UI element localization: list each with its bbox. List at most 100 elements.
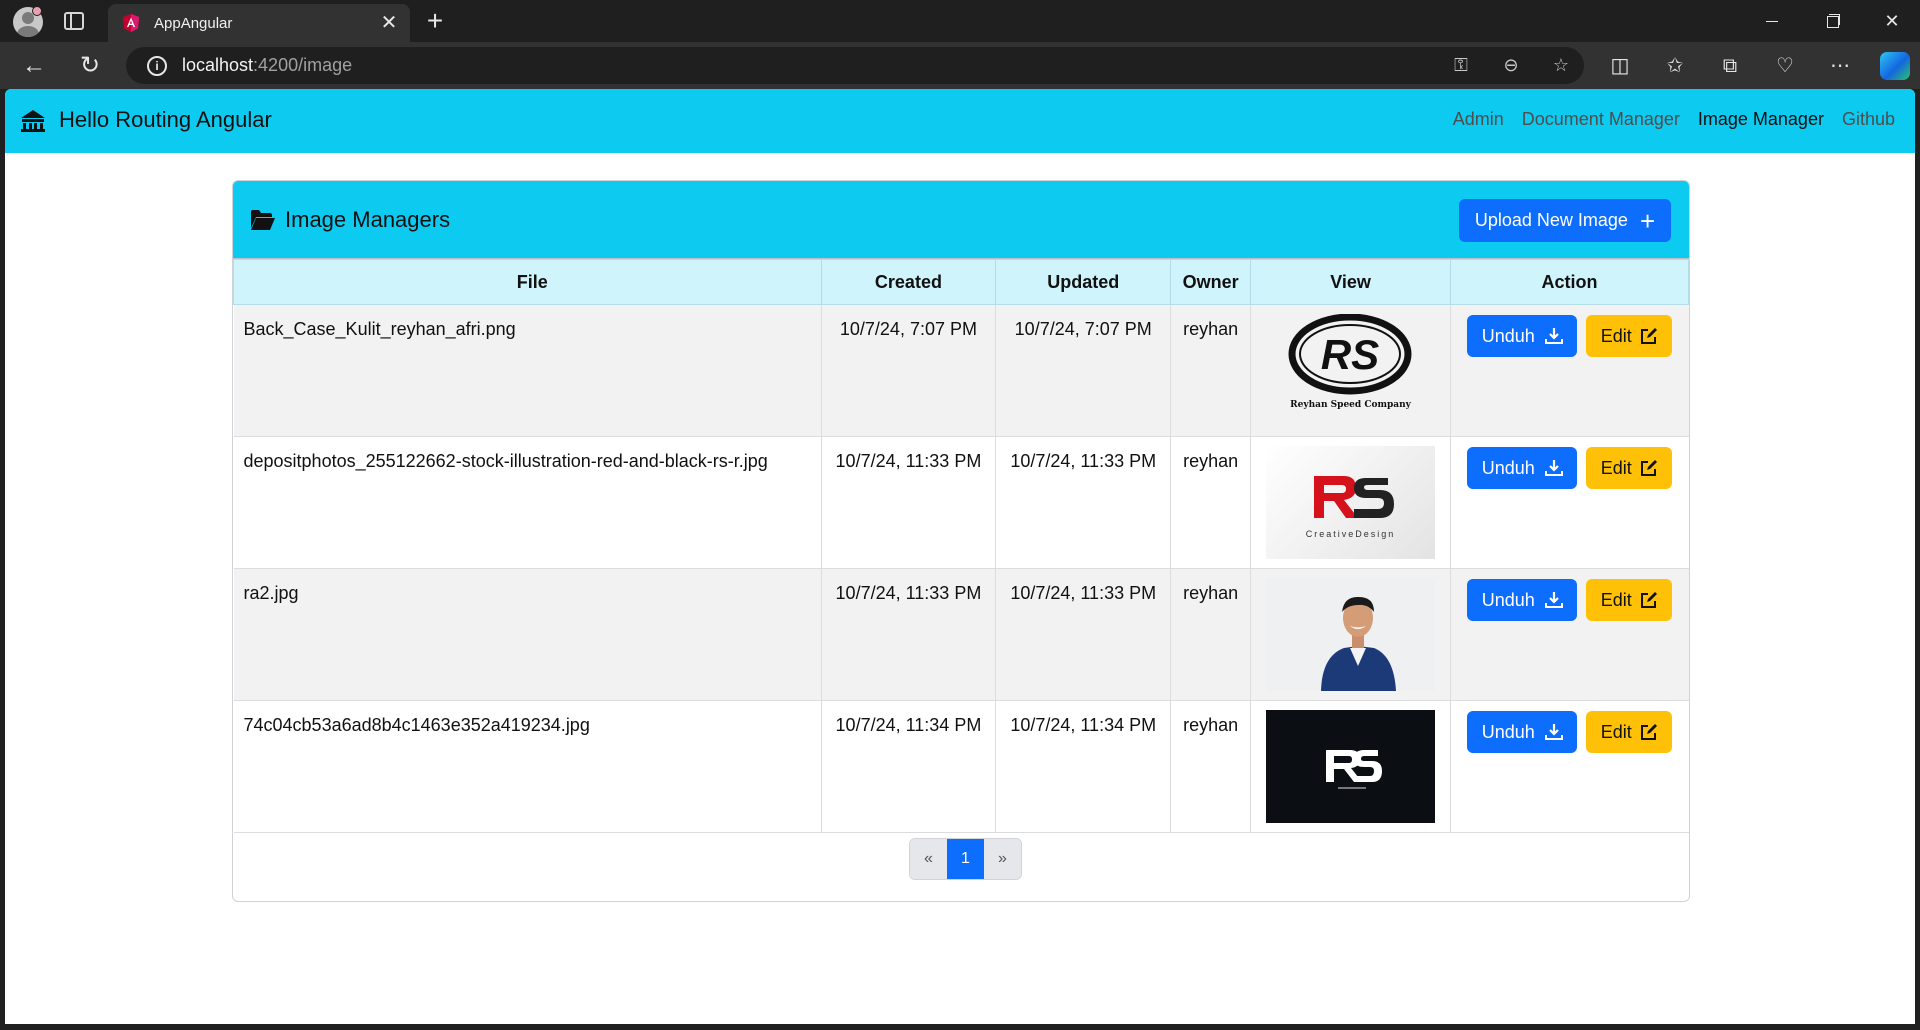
view-cell bbox=[1250, 700, 1452, 833]
upload-new-image-button[interactable]: Upload New Image + bbox=[1459, 199, 1671, 242]
image-manager-card: Image Managers Upload New Image + File C… bbox=[232, 180, 1690, 902]
nav-links: Admin Document Manager Image Manager Git… bbox=[1453, 109, 1895, 130]
favorites-icon[interactable]: ✩ bbox=[1661, 52, 1689, 80]
updated-date: 10/7/24, 11:34 PM bbox=[995, 700, 1172, 833]
header-view: View bbox=[1250, 259, 1452, 305]
action-cell: Unduh Edit bbox=[1450, 304, 1689, 437]
back-icon[interactable]: ← bbox=[20, 52, 48, 80]
edit-icon bbox=[1640, 724, 1657, 740]
owner-name: reyhan bbox=[1170, 436, 1252, 569]
folder-open-icon bbox=[250, 209, 276, 231]
header-owner: Owner bbox=[1170, 259, 1252, 305]
tab-title: AppAngular bbox=[154, 14, 233, 32]
collections-icon[interactable]: ⧉ bbox=[1716, 52, 1744, 80]
download-label: Unduh bbox=[1481, 721, 1535, 742]
table-row: ra2.jpg 10/7/24, 11:33 PM 10/7/24, 11:33… bbox=[233, 568, 1689, 701]
edit-label: Edit bbox=[1600, 325, 1632, 346]
zoom-out-icon[interactable]: ⊖ bbox=[1499, 53, 1523, 77]
header-created: Created bbox=[820, 259, 997, 305]
download-button[interactable]: Unduh bbox=[1467, 315, 1578, 357]
download-icon bbox=[1544, 460, 1563, 476]
nav-link-github[interactable]: Github bbox=[1842, 109, 1895, 130]
restore-window-button[interactable] bbox=[1812, 6, 1852, 36]
created-date: 10/7/24, 11:33 PM bbox=[821, 568, 997, 701]
table-row: Back_Case_Kulit_reyhan_afri.png 10/7/24,… bbox=[233, 304, 1689, 437]
url-path: :4200/image bbox=[253, 55, 353, 75]
action-cell: Unduh Edit bbox=[1450, 436, 1689, 569]
pagination: « 1 » bbox=[909, 838, 1022, 880]
image-thumbnail[interactable]: CreativeDesign bbox=[1266, 446, 1436, 559]
tab-actions-icon[interactable] bbox=[64, 12, 84, 30]
updated-date: 10/7/24, 11:33 PM bbox=[995, 436, 1172, 569]
svg-text:RS: RS bbox=[1321, 331, 1379, 378]
edit-button[interactable]: Edit bbox=[1586, 579, 1673, 621]
site-info-icon[interactable]: i bbox=[147, 55, 167, 76]
image-thumbnail[interactable] bbox=[1266, 578, 1436, 691]
close-window-button[interactable]: ✕ bbox=[1872, 6, 1912, 36]
edit-button[interactable]: Edit bbox=[1586, 315, 1673, 357]
url-host: localhost bbox=[182, 55, 254, 75]
edit-icon bbox=[1640, 460, 1657, 476]
copilot-icon[interactable] bbox=[1880, 52, 1910, 80]
owner-name: reyhan bbox=[1170, 568, 1252, 701]
owner-name: reyhan bbox=[1170, 304, 1252, 437]
updated-date: 10/7/24, 11:33 PM bbox=[995, 568, 1172, 701]
edit-button[interactable]: Edit bbox=[1586, 447, 1673, 489]
nav-link-image-manager[interactable]: Image Manager bbox=[1698, 109, 1824, 130]
new-tab-icon[interactable]: + bbox=[420, 6, 450, 36]
action-cell: Unduh Edit bbox=[1450, 568, 1689, 701]
edit-icon bbox=[1640, 592, 1657, 608]
created-date: 10/7/24, 7:07 PM bbox=[821, 304, 997, 437]
close-tab-icon[interactable]: ✕ bbox=[378, 12, 400, 34]
file-name: 74c04cb53a6ad8b4c1463e352a419234.jpg bbox=[233, 700, 822, 833]
previous-page-button[interactable]: « bbox=[910, 839, 947, 879]
image-table: File Created Updated Owner View Action B… bbox=[233, 259, 1689, 833]
download-button[interactable]: Unduh bbox=[1467, 579, 1578, 621]
favorite-star-icon[interactable]: ☆ bbox=[1549, 53, 1573, 77]
download-icon bbox=[1544, 724, 1563, 740]
thumbnail-caption: Reyhan Speed Company bbox=[1290, 400, 1411, 410]
view-cell bbox=[1250, 568, 1452, 701]
minimize-window-button[interactable] bbox=[1752, 6, 1792, 36]
view-cell: RS Reyhan Speed Company bbox=[1250, 304, 1452, 437]
edit-label: Edit bbox=[1600, 721, 1632, 742]
edit-label: Edit bbox=[1600, 457, 1632, 478]
download-label: Unduh bbox=[1481, 589, 1535, 610]
browser-essentials-icon[interactable]: ♡ bbox=[1771, 52, 1799, 80]
reload-icon[interactable]: ↻ bbox=[76, 52, 104, 80]
app-navbar: Hello Routing Angular Admin Document Man… bbox=[5, 89, 1915, 153]
browser-tab[interactable]: AppAngular ✕ bbox=[108, 4, 410, 42]
image-thumbnail[interactable]: RS Reyhan Speed Company bbox=[1266, 314, 1436, 427]
card-header: Image Managers Upload New Image + bbox=[233, 181, 1689, 259]
download-button[interactable]: Unduh bbox=[1467, 711, 1578, 753]
app-brand[interactable]: Hello Routing Angular bbox=[59, 107, 272, 133]
image-thumbnail[interactable] bbox=[1266, 710, 1436, 823]
owner-name: reyhan bbox=[1170, 700, 1252, 833]
file-name: ra2.jpg bbox=[233, 568, 822, 701]
edit-button[interactable]: Edit bbox=[1586, 711, 1673, 753]
nav-link-document-manager[interactable]: Document Manager bbox=[1522, 109, 1680, 130]
next-page-button[interactable]: » bbox=[984, 839, 1021, 879]
upload-button-label: Upload New Image bbox=[1474, 210, 1628, 230]
split-screen-icon[interactable]: ◫ bbox=[1606, 52, 1634, 80]
profile-badge bbox=[32, 6, 42, 16]
table-row: depositphotos_255122662-stock-illustrati… bbox=[233, 436, 1689, 569]
key-icon[interactable]: ⚿ bbox=[1449, 53, 1473, 77]
plus-icon: + bbox=[1639, 205, 1656, 236]
download-button[interactable]: Unduh bbox=[1467, 447, 1578, 489]
download-label: Unduh bbox=[1481, 457, 1535, 478]
header-file: File bbox=[233, 259, 822, 305]
more-options-icon[interactable]: ⋯ bbox=[1826, 52, 1854, 80]
page-1-button[interactable]: 1 bbox=[947, 839, 984, 879]
download-icon bbox=[1544, 592, 1563, 608]
nav-link-admin[interactable]: Admin bbox=[1453, 109, 1504, 130]
file-name: Back_Case_Kulit_reyhan_afri.png bbox=[233, 304, 822, 437]
building-icon bbox=[19, 108, 47, 132]
file-name: depositphotos_255122662-stock-illustrati… bbox=[233, 436, 822, 569]
header-updated: Updated bbox=[995, 259, 1172, 305]
address-bar[interactable]: i localhost:4200/image ⚿ ⊖ ☆ bbox=[126, 47, 1584, 84]
page-viewport: Hello Routing Angular Admin Document Man… bbox=[5, 89, 1915, 1024]
view-cell: CreativeDesign bbox=[1250, 436, 1452, 569]
header-action: Action bbox=[1450, 259, 1689, 305]
action-cell: Unduh Edit bbox=[1450, 700, 1689, 833]
